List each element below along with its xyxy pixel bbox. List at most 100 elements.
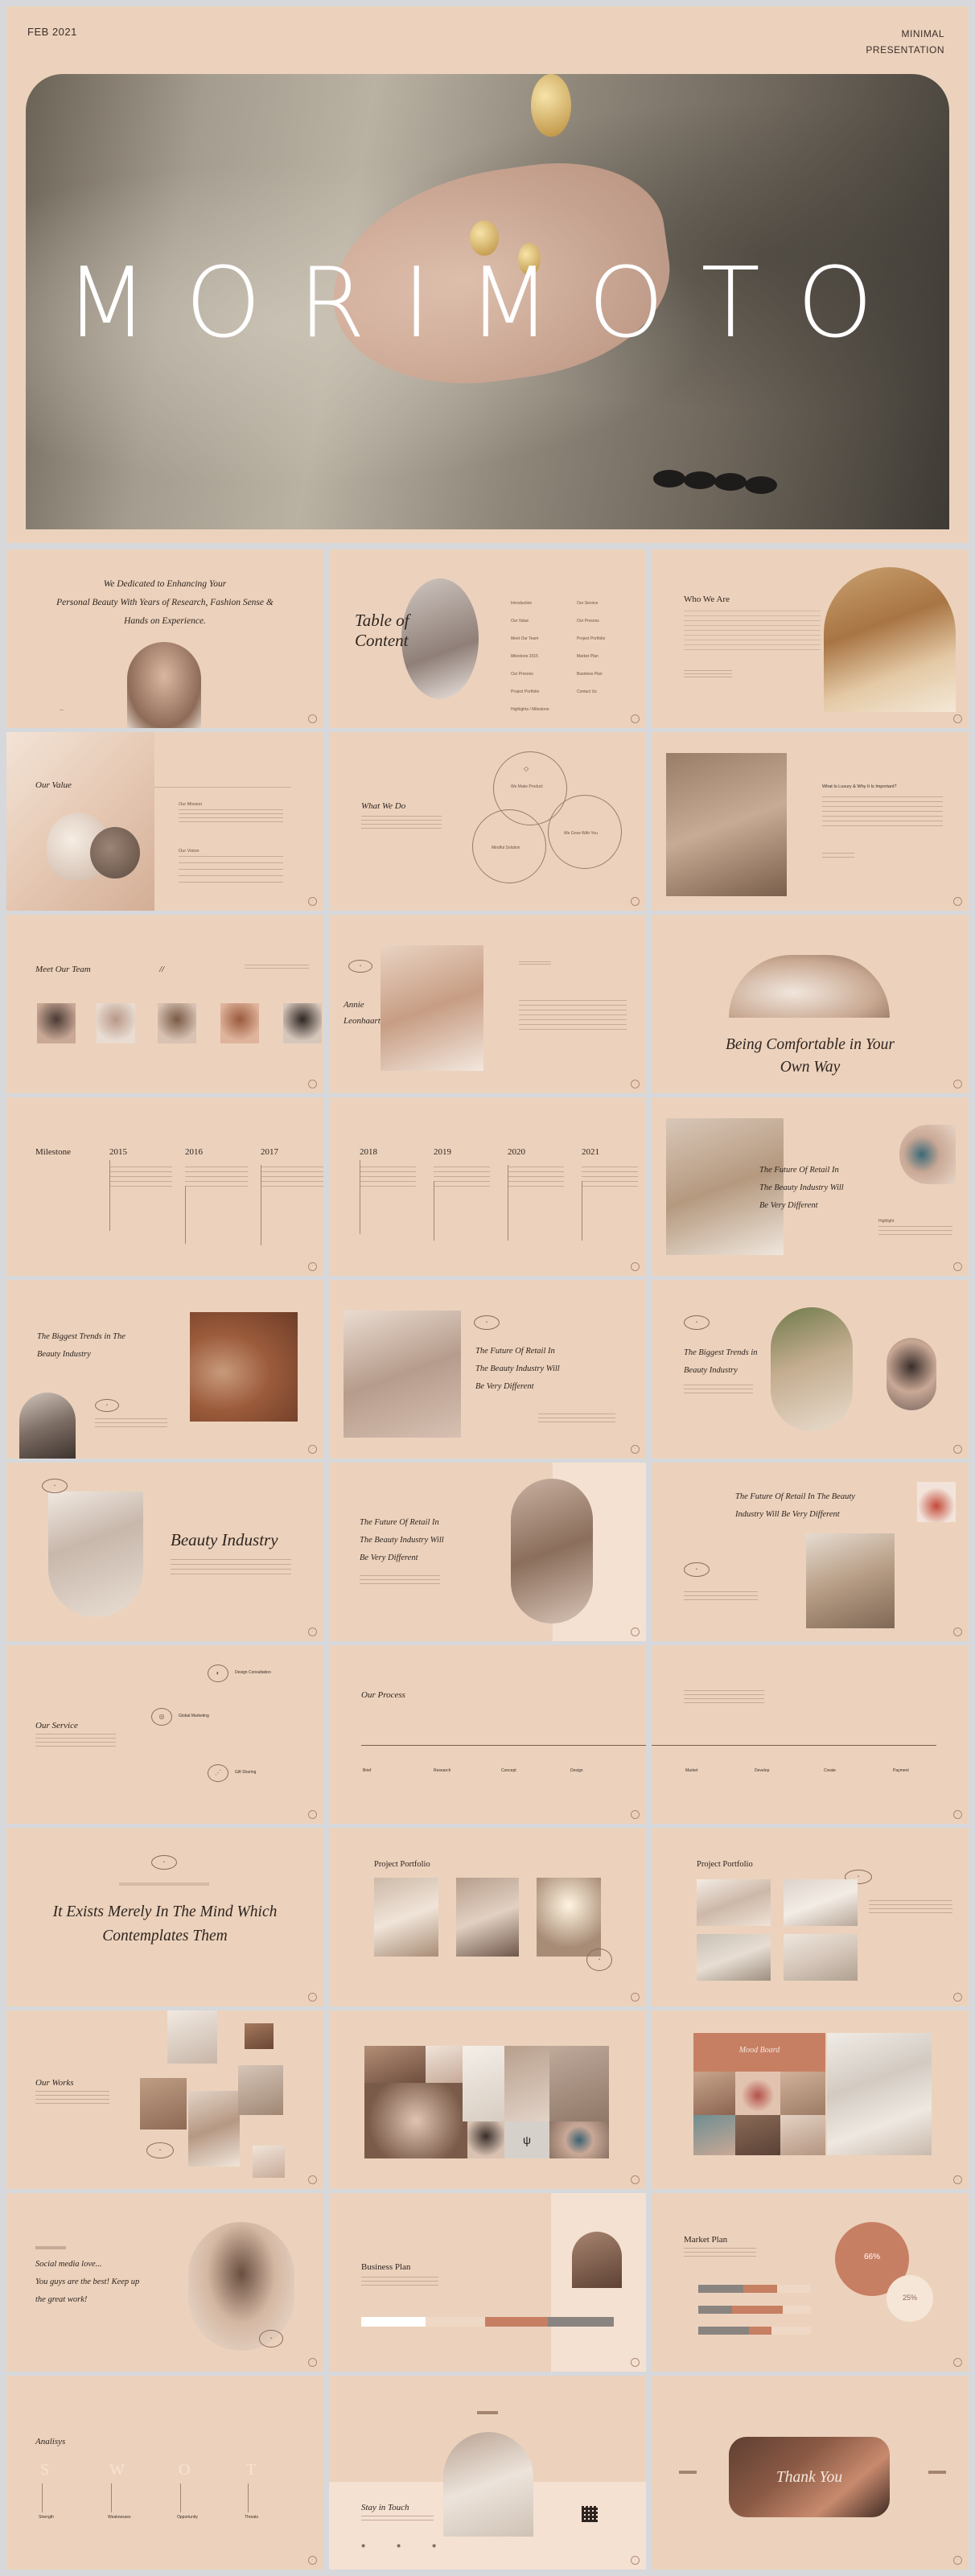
portfolio-photo[interactable] — [374, 1878, 438, 1957]
toc-item[interactable]: Meet Our Team — [511, 630, 549, 648]
slide-market-plan[interactable]: Market Plan 66% 25% · — [652, 2193, 969, 2372]
slide-portfolio-2[interactable]: Project Portfolio • · — [652, 1828, 969, 2006]
team-avatar[interactable] — [97, 1003, 135, 1043]
retail3-line-3: Be Very Different — [360, 1553, 418, 1562]
swot-marker — [248, 2483, 249, 2512]
works-photo[interactable] — [188, 2091, 240, 2167]
toc-item[interactable]: Project Portfolio — [511, 683, 549, 701]
slide-quote[interactable]: • It Exists Merely In The Mind Which Cont… — [6, 1828, 323, 2006]
team-avatar[interactable] — [220, 1003, 259, 1043]
social-icon[interactable]: ◉ — [361, 2543, 365, 2549]
slide-business-plan[interactable]: Business Plan · — [329, 2193, 646, 2372]
portfolio2-photo[interactable] — [697, 1879, 771, 1926]
social-icon[interactable]: ◉ — [397, 2543, 401, 2549]
cover-slide[interactable]: FEB 2021 MINIMAL PRESENTATION MORIMOTO — [6, 6, 969, 543]
mood-photo[interactable] — [735, 2072, 780, 2115]
toc-item[interactable]: Highlights / Milestone — [511, 701, 549, 718]
portfolio2-photo[interactable] — [784, 1934, 858, 1981]
qr-code-icon[interactable] — [582, 2506, 598, 2522]
retail-title: The Future Of Retail In The Beauty Indust… — [759, 1162, 844, 1215]
slide-future-retail-4[interactable]: The Future Of Retail In The Beauty Indust… — [652, 1463, 969, 1641]
toc-list-left: Introduction Our Value Meet Our Team Milest… — [511, 595, 549, 718]
portfolio2-photo[interactable] — [784, 1879, 858, 1926]
social-icon[interactable]: ◉ — [432, 2543, 436, 2549]
analysis-title: Analisys — [35, 2437, 66, 2446]
mood-photo[interactable] — [693, 2072, 735, 2115]
gallery-photo[interactable] — [467, 2121, 504, 2158]
slide-portfolio-1[interactable]: Project Portfolio • · — [329, 1828, 646, 2006]
gallery-photo[interactable] — [364, 2046, 426, 2083]
portfolio-photo[interactable] — [537, 1878, 601, 1957]
slide-biggest-trends-1[interactable]: The Biggest Trends in The Beauty Industry… — [6, 1280, 323, 1459]
slide-beauty-industry[interactable]: • Beauty Industry · — [6, 1463, 323, 1641]
slide-biggest-trends-2[interactable]: • The Biggest Trends in Beauty Industry · — [652, 1280, 969, 1459]
portrait-oval-photo — [887, 1338, 936, 1410]
team-avatar[interactable] — [158, 1003, 196, 1043]
slide-future-retail-3[interactable]: The Future Of Retail In The Beauty Indust… — [329, 1463, 646, 1641]
slide-future-retail-1[interactable]: The Future Of Retail In The Beauty Indust… — [652, 1097, 969, 1276]
slide-profile[interactable]: • Annie Leonhaart · — [329, 915, 646, 1093]
slide-analysis[interactable]: Analisys S W O T Strength Weaknesses Opp… — [6, 2376, 323, 2570]
globe-icon[interactable]: ◎ — [151, 1708, 172, 1726]
slide-comfortable[interactable]: Being Comfortable in Your Own Way · — [652, 915, 969, 1093]
slide-our-value[interactable]: Our Value Our Mission Our Vision · — [6, 732, 323, 911]
trends-title: The Biggest Trends in The Beauty Industry — [37, 1328, 125, 1364]
slide-thank-you[interactable]: Thank You · — [652, 2376, 969, 2570]
toc-item[interactable]: Introduction — [511, 595, 549, 612]
toc-item[interactable]: Our Process — [577, 612, 605, 630]
slide-intro[interactable]: We Dedicated to Enhancing Your Personal B… — [6, 549, 323, 728]
mood-photo[interactable] — [780, 2115, 825, 2155]
share-icon[interactable]: ⋰ — [208, 1764, 228, 1782]
cutlery-icon[interactable]: ψ — [504, 2121, 549, 2158]
gallery-photo[interactable] — [426, 2046, 463, 2083]
gallery-photo[interactable] — [549, 2121, 609, 2158]
works-photo[interactable] — [167, 2010, 217, 2064]
mood-photo[interactable] — [780, 2072, 825, 2115]
toc-item[interactable]: Contact Us — [577, 683, 605, 701]
works-photo[interactable] — [245, 2023, 274, 2049]
gallery-photo[interactable] — [463, 2046, 504, 2121]
works-photo[interactable] — [238, 2065, 283, 2115]
team-avatar[interactable] — [37, 1003, 76, 1043]
service-a: Design Consultation — [235, 1670, 271, 1675]
portfolio2-photo[interactable] — [697, 1934, 771, 1981]
slide-luxury[interactable]: What Is Luxury & Why It Is Important? · — [652, 732, 969, 911]
mood-photo[interactable] — [735, 2115, 780, 2155]
toc-item[interactable]: Milestone 2015 — [511, 648, 549, 665]
comfort-photo — [729, 955, 890, 1018]
portfolio-photo[interactable] — [456, 1878, 519, 1957]
slide-meet-team[interactable]: Meet Our Team // · — [6, 915, 323, 1093]
slide-milestone[interactable]: Milestone 2015 2016 2017 · — [6, 1097, 323, 1276]
page-number-icon: · — [308, 2175, 317, 2184]
page-number-icon: · — [308, 1993, 317, 2002]
toc-item[interactable]: Our Service — [577, 595, 605, 612]
mood-photo[interactable] — [693, 2115, 735, 2155]
works-photo[interactable] — [140, 2078, 187, 2130]
toc-item[interactable]: Our Process — [511, 665, 549, 683]
slide-our-service[interactable]: Our Service ◐ ◎ ⋰ Design Consultation Gl… — [6, 1645, 323, 1824]
gallery-photo[interactable] — [364, 2083, 467, 2158]
slide-future-retail-2[interactable]: • The Future Of Retail In The Beauty Indu… — [329, 1280, 646, 1459]
slide-our-process-2[interactable]: Market Develop Create Payment · — [652, 1645, 969, 1824]
touch-photo — [443, 2432, 533, 2537]
slide-gallery[interactable]: ψ · — [329, 2010, 646, 2189]
team-avatar[interactable] — [283, 1003, 322, 1043]
chat-icon[interactable]: ◐ — [208, 1665, 228, 1682]
slide-our-process[interactable]: Our Process Brief Research Concept Desig… — [329, 1645, 646, 1824]
slide-who-we-are[interactable]: Who We Are · — [652, 549, 969, 728]
mood-blouse-photo[interactable] — [827, 2033, 932, 2155]
slide-milestone-2[interactable]: 2018 2019 2020 2021 · — [329, 1097, 646, 1276]
gallery-photo[interactable] — [549, 2046, 609, 2121]
toc-item[interactable]: Market Plan — [577, 648, 605, 665]
toc-item[interactable]: Our Value — [511, 612, 549, 630]
toc-item[interactable]: Project Portfolio — [577, 630, 605, 648]
gallery-photo[interactable] — [504, 2046, 549, 2121]
slide-our-works[interactable]: Our Works • · — [6, 2010, 323, 2189]
slide-mood-board[interactable]: Mood Board · — [652, 2010, 969, 2189]
toc-item[interactable]: Business Plan — [577, 665, 605, 683]
slide-table-of-content[interactable]: Table of Content Introduction Our Value Mee… — [329, 549, 646, 728]
slide-stay-in-touch[interactable]: Stay in Touch ◉ ◉ ◉ · — [329, 2376, 646, 2570]
slide-testimonial[interactable]: Social media love... You guys are the bes… — [6, 2193, 323, 2372]
slide-what-we-do[interactable]: What We Do We Make Product Mindful Solut… — [329, 732, 646, 911]
works-photo[interactable] — [253, 2146, 285, 2178]
